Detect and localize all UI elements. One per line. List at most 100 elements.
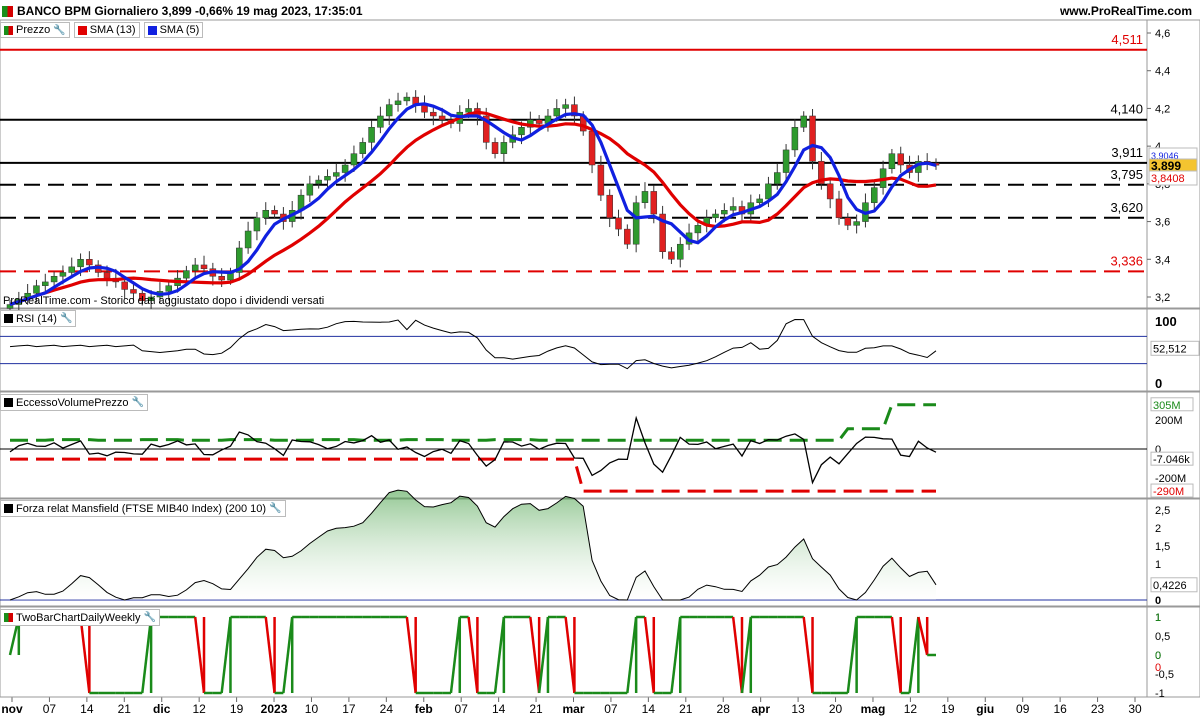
- level-label: 4,140: [1110, 102, 1143, 117]
- candle-body: [430, 111, 437, 117]
- twobar-segment: [449, 616, 462, 694]
- candle-body: [809, 115, 816, 162]
- candle-body: [721, 210, 728, 215]
- candle-body: [121, 281, 128, 290]
- candle-body: [191, 264, 199, 271]
- chart-canvas: 4,64,44,243,83,63,43,24,5114,1403,9113,7…: [0, 19, 1200, 716]
- wrench-icon[interactable]: 🔧: [144, 612, 156, 623]
- candle-body: [465, 108, 472, 113]
- candle-body: [791, 127, 799, 151]
- x-tick-label: 14: [492, 702, 506, 716]
- candle-body: [59, 272, 67, 277]
- twobar-segment: [529, 616, 541, 694]
- candle-body: [729, 206, 737, 211]
- x-tick-label: 20: [829, 702, 843, 716]
- twobar-segment: [220, 616, 232, 694]
- twobar-segment: [264, 616, 276, 694]
- wrench-icon[interactable]: 🔧: [53, 25, 65, 36]
- wrench-icon[interactable]: 🔧: [269, 503, 281, 514]
- candle-body: [853, 221, 860, 226]
- color-swatch-icon: [147, 25, 157, 35]
- x-tick-label: 23: [1091, 702, 1105, 716]
- color-swatch-icon: [4, 504, 13, 513]
- candle-body: [165, 285, 172, 292]
- legend-prezzo[interactable]: Prezzo 🔧: [0, 22, 70, 38]
- volume-badge-label: -290M: [1153, 486, 1184, 498]
- candle-body: [306, 183, 314, 196]
- candle-body: [42, 281, 49, 286]
- wrench-icon[interactable]: 🔧: [132, 397, 144, 408]
- y-tick-label: 0,5: [1155, 631, 1170, 643]
- legend-sma13[interactable]: SMA (13): [73, 22, 140, 38]
- twobar-segment: [193, 616, 206, 694]
- panel-label: EccessoVolumePrezzo: [16, 396, 129, 409]
- candle-body: [897, 153, 904, 166]
- candle-body: [491, 142, 499, 154]
- twobar-segment: [626, 616, 638, 694]
- x-tick-label: 2023: [261, 702, 288, 716]
- y-tick-label: 1,5: [1155, 541, 1170, 553]
- x-tick-label: 24: [380, 702, 394, 716]
- twobar-segment: [537, 616, 550, 694]
- y-tick-label: 4,4: [1155, 66, 1170, 78]
- twobar-segment: [802, 616, 814, 694]
- color-swatch-icon: [4, 613, 13, 622]
- level-label: 3,336: [1110, 253, 1143, 268]
- candle-body: [244, 230, 252, 249]
- twobar-segment: [917, 616, 929, 656]
- mansfield-panel-label[interactable]: Forza relat Mansfield (FTSE MIB40 Index)…: [0, 500, 286, 517]
- x-tick-label: 07: [604, 702, 618, 716]
- candle-body: [68, 266, 75, 273]
- candle-body: [588, 130, 596, 166]
- x-tick-label: 21: [118, 702, 132, 716]
- data-note: ProRealTime.com - Storico dati aggiustat…: [3, 295, 325, 307]
- x-tick-label: 12: [192, 702, 206, 716]
- x-tick-label: 07: [455, 702, 469, 716]
- color-swatch-icon: [4, 314, 13, 323]
- candle-body: [394, 100, 402, 105]
- panel-frame: [0, 391, 1200, 499]
- candle-body: [624, 228, 631, 245]
- level-label: 3,911: [1111, 145, 1143, 160]
- candle-body: [438, 115, 446, 120]
- candle-body: [200, 264, 208, 269]
- candle-body: [615, 217, 622, 230]
- x-tick-label: 28: [717, 702, 731, 716]
- candle-body: [324, 176, 331, 181]
- wrench-icon[interactable]: 🔧: [60, 313, 72, 324]
- twobar-badge-label: 0: [1155, 650, 1161, 662]
- candle-body: [130, 289, 137, 294]
- candle-body: [315, 179, 322, 185]
- candle-body: [271, 210, 278, 215]
- x-tick-label: dic: [153, 702, 171, 716]
- x-tick-label: 10: [305, 702, 319, 716]
- y-tick-label: 2: [1155, 523, 1161, 535]
- legend-sma5[interactable]: SMA (5): [143, 22, 204, 38]
- twobar-segment: [141, 616, 153, 694]
- rsi-badge-label: 52,512: [1153, 343, 1187, 355]
- rsi-panel-label[interactable]: RSI (14) 🔧: [0, 310, 77, 327]
- panel-frame: [0, 19, 1200, 309]
- twobar-panel-label[interactable]: TwoBarChartDailyWeekly 🔧: [0, 609, 160, 626]
- volume-panel-label[interactable]: EccessoVolumePrezzo 🔧: [0, 394, 148, 411]
- x-tick-label: 30: [1128, 702, 1142, 716]
- x-tick-label: nov: [1, 702, 23, 716]
- candlestick-icon: [4, 25, 13, 35]
- candle-body: [871, 187, 878, 203]
- candle-body: [774, 172, 781, 185]
- chart-header: BANCO BPM Giornaliero 3,899 -0,66% 19 ma…: [2, 3, 363, 19]
- legend-label: SMA (13): [89, 24, 136, 36]
- twobar-segment: [846, 616, 858, 694]
- color-swatch-icon: [77, 25, 87, 35]
- color-swatch-icon: [4, 398, 13, 407]
- candle-body: [350, 153, 358, 166]
- candle-body: [341, 164, 349, 173]
- candle-body: [377, 115, 384, 128]
- panel-label: RSI (14): [16, 312, 57, 325]
- x-tick-label: 13: [791, 702, 805, 716]
- candle-body: [632, 202, 640, 245]
- candle-body: [403, 96, 411, 102]
- x-tick-label: 19: [230, 702, 244, 716]
- y-tick-label: 0: [1155, 595, 1161, 607]
- level-label: 4,511: [1111, 32, 1143, 47]
